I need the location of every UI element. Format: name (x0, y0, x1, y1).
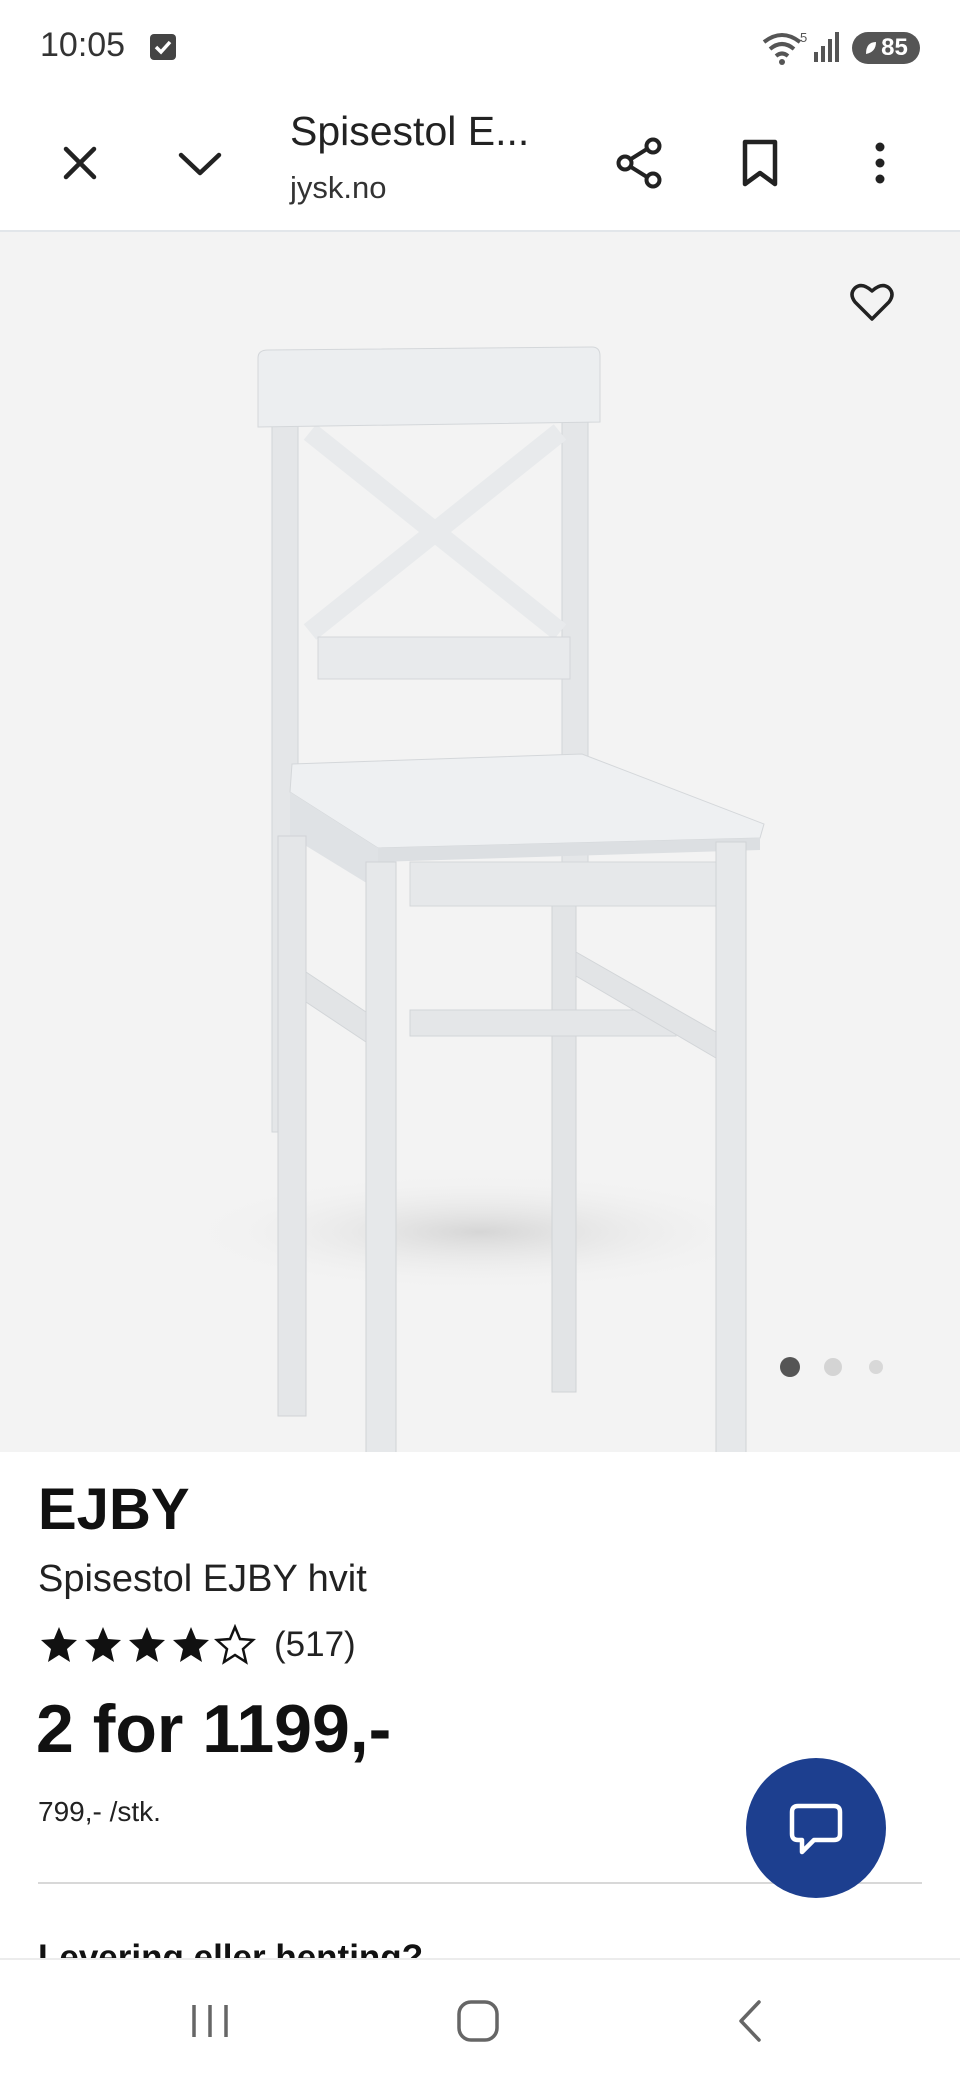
star-filled-icon (173, 1627, 209, 1662)
page-domain[interactable]: jysk.no (290, 170, 386, 206)
page-title[interactable]: Spisestol E... (290, 108, 529, 155)
product-brand: EJBY (38, 1477, 190, 1542)
battery-indicator: 85 (852, 32, 920, 64)
close-icon[interactable] (40, 96, 120, 230)
carousel-dot-1[interactable] (780, 1357, 800, 1377)
favorite-heart-icon[interactable] (842, 272, 902, 332)
product-name: Spisestol EJBY hvit (38, 1558, 367, 1600)
unit-price: 799,- /stk. (38, 1796, 161, 1827)
chat-bubble-icon (789, 1803, 843, 1855)
chevron-down-icon[interactable] (160, 96, 240, 230)
signal-icon (812, 30, 842, 69)
carousel-dot-2[interactable] (824, 1358, 842, 1376)
notification-check-icon (150, 34, 176, 60)
share-icon[interactable] (600, 96, 680, 230)
star-filled-icon (85, 1627, 121, 1662)
system-nav-bar (0, 1958, 960, 2082)
battery-leaf-icon (866, 42, 877, 54)
chat-button[interactable] (746, 1758, 886, 1898)
more-options-icon[interactable] (840, 96, 920, 230)
recent-apps-icon[interactable] (150, 1960, 270, 2082)
star-filled-icon (129, 1627, 165, 1662)
product-image-carousel[interactable] (0, 232, 960, 1513)
wifi-badge: 5 (800, 30, 807, 45)
chair-image (180, 346, 780, 1513)
carousel-dot-3[interactable] (869, 1360, 883, 1374)
product-price: 2 for 1199,- (36, 1691, 392, 1767)
product-rating[interactable]: (517) (38, 1624, 356, 1666)
review-count[interactable]: (517) (274, 1625, 356, 1665)
rating-stars (41, 1624, 257, 1665)
home-icon[interactable] (418, 1960, 538, 2082)
back-icon[interactable] (690, 1960, 810, 2082)
wifi-icon: 5 (760, 30, 810, 71)
star-empty-icon (213, 1624, 257, 1665)
status-time: 10:05 (40, 26, 126, 64)
bookmark-icon[interactable] (720, 96, 800, 230)
battery-level: 85 (881, 34, 908, 61)
star-filled-icon (41, 1627, 77, 1662)
